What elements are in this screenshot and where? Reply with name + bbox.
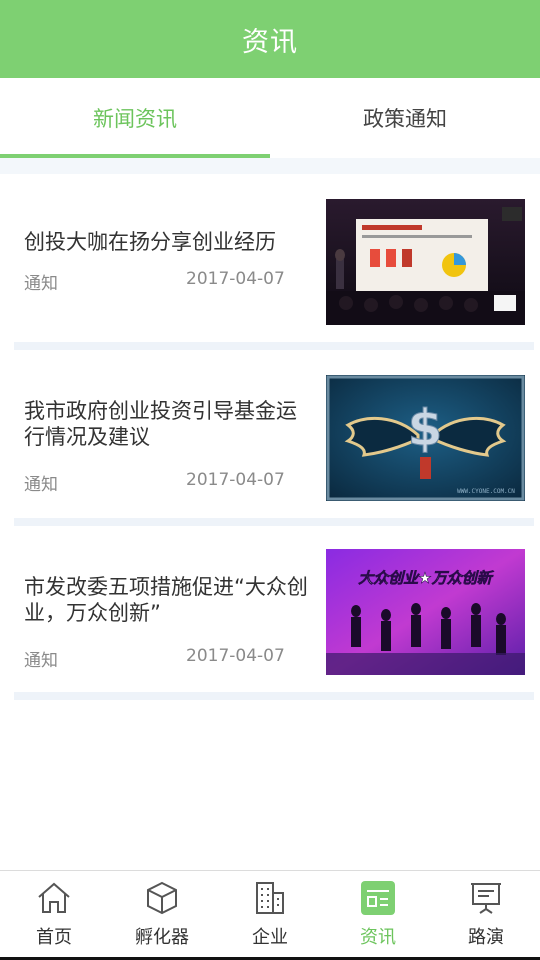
page-title: 资讯 [242, 26, 298, 58]
article-card[interactable]: 我市政府创业投资引导基金运行情况及建议 通知 2017-04-07 $ WWW.… [0, 350, 540, 526]
nav-incubator[interactable]: 孵化器 [108, 871, 216, 960]
cube-icon [147, 881, 177, 915]
nav-label: 路演 [468, 927, 504, 948]
article-date: 2017-04-07 [186, 470, 285, 490]
article-date: 2017-04-07 [186, 646, 285, 666]
svg-text:$: $ [408, 399, 443, 457]
nav-home[interactable]: 首页 [0, 871, 108, 960]
nav-roadshow[interactable]: 路演 [432, 871, 540, 960]
article-date: 2017-04-07 [186, 269, 285, 289]
nav-label: 资讯 [360, 927, 396, 948]
thumbnail-watermark: WWW.CYONE.COM.CN [457, 488, 515, 495]
article-tag: 通知 [24, 274, 58, 294]
nav-label: 首页 [36, 927, 72, 948]
tab-news[interactable]: 新闻资讯 [0, 78, 270, 158]
tab-policy[interactable]: 政策通知 [270, 78, 540, 158]
article-title: 市发改委五项措施促进“大众创业，万众创新” [24, 575, 308, 625]
bottom-nav: 首页 孵化器 企业 资讯 路演 [0, 870, 540, 960]
nav-enterprise[interactable]: 企业 [216, 871, 324, 960]
nav-label: 孵化器 [135, 927, 189, 948]
nav-label: 企业 [252, 927, 288, 948]
article-thumbnail-presentation [326, 199, 525, 325]
article-card[interactable]: 市发改委五项措施促进“大众创业，万众创新” 通知 2017-04-07 大众创业… [0, 526, 540, 702]
news-icon [361, 881, 395, 915]
tab-bar: 新闻资讯 政策通知 [0, 78, 540, 158]
article-title: 创投大咖在扬分享创业经历 [24, 230, 276, 254]
card-separator [14, 518, 534, 526]
article-list[interactable]: 创投大咖在扬分享创业经历 通知 2017-04-07 我市政府创业投资引导基金运… [0, 158, 540, 870]
article-thumbnail-poster: 大众创业★万众创新 [326, 549, 525, 675]
tab-policy-label: 政策通知 [363, 107, 447, 131]
home-icon [38, 882, 70, 913]
article-tag: 通知 [24, 475, 58, 495]
building-icon [256, 882, 284, 914]
app-header: 资讯 [0, 0, 540, 78]
article-tag: 通知 [24, 651, 58, 671]
article-title: 我市政府创业投资引导基金运行情况及建议 [24, 399, 297, 449]
poster-slogan: 大众创业★万众创新 [358, 569, 494, 587]
presentation-board-icon [471, 883, 501, 914]
article-card[interactable]: 创投大咖在扬分享创业经历 通知 2017-04-07 [0, 174, 540, 350]
card-separator [14, 342, 534, 350]
list-top-divider [0, 158, 540, 174]
article-thumbnail-winged-dollar: $ WWW.CYONE.COM.CN [326, 375, 525, 501]
card-separator [14, 692, 534, 700]
nav-news[interactable]: 资讯 [324, 871, 432, 960]
tab-news-label: 新闻资讯 [93, 107, 177, 131]
